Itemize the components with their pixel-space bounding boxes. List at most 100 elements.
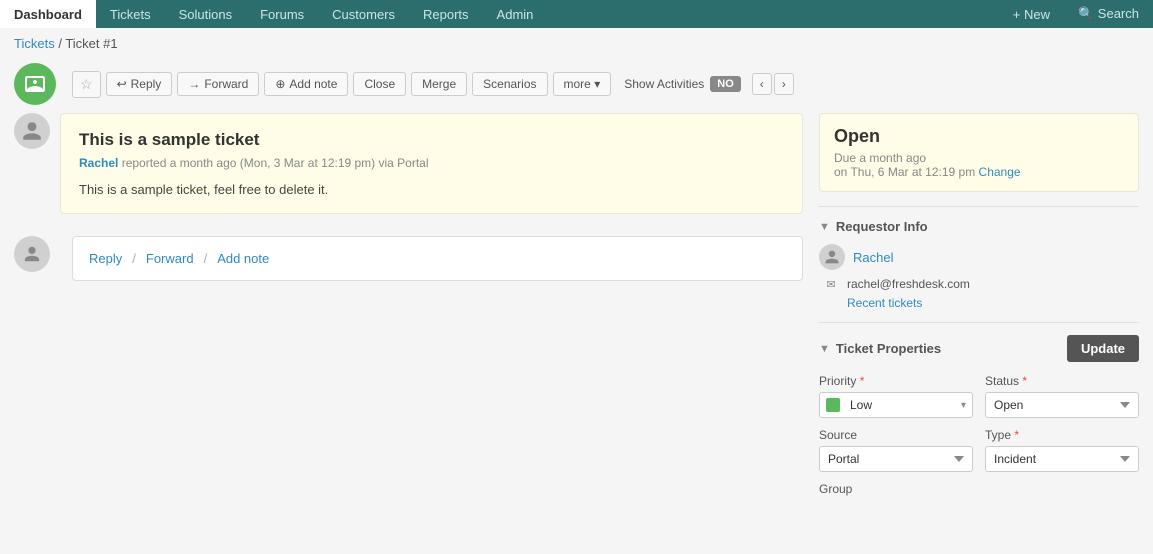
requestor-info-label: Requestor Info [836, 219, 928, 234]
show-activities: Show Activities NO [624, 76, 741, 92]
nav-tickets[interactable]: Tickets [96, 0, 165, 28]
forward-tab[interactable]: Forward [144, 247, 196, 270]
ticket-header: ☆ ↩ Reply → Forward ⊕ Add note Close Mer… [0, 59, 1153, 113]
requestor-email: rachel@freshdesk.com [847, 277, 970, 291]
ticket-properties-title: ▼ Ticket Properties [819, 341, 941, 356]
status-due-date: on Thu, 6 Mar at 12:19 pm [834, 165, 975, 179]
email-icon: ✉ [823, 276, 839, 292]
avatar-icon [21, 120, 43, 142]
nav-forums[interactable]: Forums [246, 0, 318, 28]
show-activities-label: Show Activities [624, 77, 704, 91]
ticket-message-row: This is a sample ticket Rachel reported … [14, 113, 803, 228]
status-due: Due a month ago on Thu, 6 Mar at 12:19 p… [834, 151, 1124, 179]
group-label: Group [819, 482, 1139, 496]
status-box: Open Due a month ago on Thu, 6 Mar at 12… [819, 113, 1139, 192]
add-note-icon: ⊕ [275, 77, 285, 91]
add-note-button[interactable]: ⊕ Add note [264, 72, 348, 96]
ticket-meta-text: reported a month ago (Mon, 3 Mar at 12:1… [122, 156, 429, 170]
nav-dashboard[interactable]: Dashboard [0, 0, 96, 28]
top-navigation: Dashboard Tickets Solutions Forums Custo… [0, 0, 1153, 28]
status-prop-label: Status * [985, 374, 1139, 388]
requestor-avatar-icon [824, 249, 840, 265]
reply-sep-1: / [132, 251, 136, 266]
group-field: Group [819, 482, 1139, 496]
reply-sep-2: / [204, 251, 208, 266]
ticket-icon [23, 72, 47, 96]
reply-box-row: Reply / Forward / Add note [14, 236, 803, 281]
prev-ticket-button[interactable]: ‹ [752, 73, 772, 95]
type-field: Type * Incident Service Request Question… [985, 428, 1139, 472]
type-select[interactable]: Incident Service Request Question Proble… [985, 446, 1139, 472]
priority-label: Priority * [819, 374, 973, 388]
breadcrumb-parent[interactable]: Tickets [14, 36, 55, 51]
next-ticket-button[interactable]: › [774, 73, 794, 95]
ticket-properties-header: ▼ Ticket Properties Update [819, 335, 1139, 362]
right-panel: Open Due a month ago on Thu, 6 Mar at 12… [819, 113, 1139, 512]
nav-solutions[interactable]: Solutions [165, 0, 246, 28]
nav-reports[interactable]: Reports [409, 0, 483, 28]
priority-select[interactable]: Low Medium High Urgent [846, 393, 955, 417]
reply-tabs: Reply / Forward / Add note [87, 247, 271, 270]
left-panel: This is a sample ticket Rachel reported … [14, 113, 803, 512]
status-field: Status * Open Pending Resolved Closed [985, 374, 1139, 418]
nav-customers[interactable]: Customers [318, 0, 409, 28]
main-layout: This is a sample ticket Rachel reported … [0, 113, 1153, 512]
source-select[interactable]: Portal Email Phone Chat [819, 446, 973, 472]
toolbar: ☆ ↩ Reply → Forward ⊕ Add note Close Mer… [72, 71, 794, 98]
reply-author-avatar [14, 236, 50, 272]
reply-button[interactable]: ↩ Reply [106, 72, 173, 96]
forward-button[interactable]: → Forward [177, 72, 259, 96]
priority-required: * [860, 374, 865, 388]
reply-avatar-icon [23, 245, 41, 263]
requestor-name-row: Rachel [819, 244, 1139, 270]
priority-field: Priority * Low Medium High Urgent ▾ [819, 374, 973, 418]
reply-icon: ↩ [117, 77, 127, 91]
forward-icon: → [188, 77, 200, 91]
scenarios-button[interactable]: Scenarios [472, 72, 547, 96]
nav-admin[interactable]: Admin [483, 0, 548, 28]
requestor-arrow-icon: ▼ [819, 221, 830, 233]
requestor-info-title: ▼ Requestor Info [819, 219, 1139, 234]
message-content: This is a sample ticket Rachel reported … [79, 130, 784, 197]
ticket-status-avatar [14, 63, 56, 105]
activities-toggle[interactable]: NO [710, 76, 741, 92]
breadcrumb: Tickets / Ticket #1 [0, 28, 1153, 59]
priority-chevron-icon: ▾ [955, 400, 972, 411]
new-button[interactable]: + New [999, 0, 1064, 28]
requestor-email-row: ✉ rachel@freshdesk.com [819, 276, 1139, 292]
ticket-message: This is a sample ticket Rachel reported … [60, 113, 803, 214]
reply-box: Reply / Forward / Add note [72, 236, 803, 281]
merge-button[interactable]: Merge [411, 72, 467, 96]
status-due-text: Due a month ago [834, 151, 926, 165]
type-required: * [1014, 428, 1019, 442]
reply-tab[interactable]: Reply [87, 247, 124, 270]
add-note-tab[interactable]: Add note [215, 247, 271, 270]
close-button[interactable]: Close [353, 72, 406, 96]
ticket-properties-label: Ticket Properties [836, 341, 941, 356]
status-required: * [1022, 374, 1027, 388]
search-button[interactable]: 🔍 Search [1064, 0, 1153, 28]
update-button[interactable]: Update [1067, 335, 1139, 362]
requestor-avatar [819, 244, 845, 270]
breadcrumb-current: Ticket #1 [65, 36, 117, 51]
more-button[interactable]: more ▾ [553, 72, 612, 96]
requestor-info-section: ▼ Requestor Info Rachel ✉ rachel@freshde… [819, 206, 1139, 322]
type-label: Type * [985, 428, 1139, 442]
priority-color-indicator [826, 398, 840, 412]
source-field: Source Portal Email Phone Chat [819, 428, 973, 472]
ticket-author-avatar [14, 113, 50, 149]
status-select[interactable]: Open Pending Resolved Closed [985, 392, 1139, 418]
properties-arrow-icon: ▼ [819, 343, 830, 355]
ticket-meta: Rachel reported a month ago (Mon, 3 Mar … [79, 156, 784, 170]
source-label: Source [819, 428, 973, 442]
ticket-author-link[interactable]: Rachel [79, 156, 118, 170]
ticket-properties-grid: Priority * Low Medium High Urgent ▾ [819, 374, 1139, 472]
change-due-link[interactable]: Change [979, 165, 1021, 179]
recent-tickets-link[interactable]: Recent tickets [819, 296, 1139, 310]
requestor-name[interactable]: Rachel [853, 250, 893, 265]
nav-arrows: ‹ › [752, 73, 794, 95]
ticket-title: This is a sample ticket [79, 130, 784, 150]
star-button[interactable]: ☆ [72, 71, 101, 98]
ticket-body: This is a sample ticket, feel free to de… [79, 182, 784, 197]
priority-select-wrapper: Low Medium High Urgent ▾ [819, 392, 973, 418]
